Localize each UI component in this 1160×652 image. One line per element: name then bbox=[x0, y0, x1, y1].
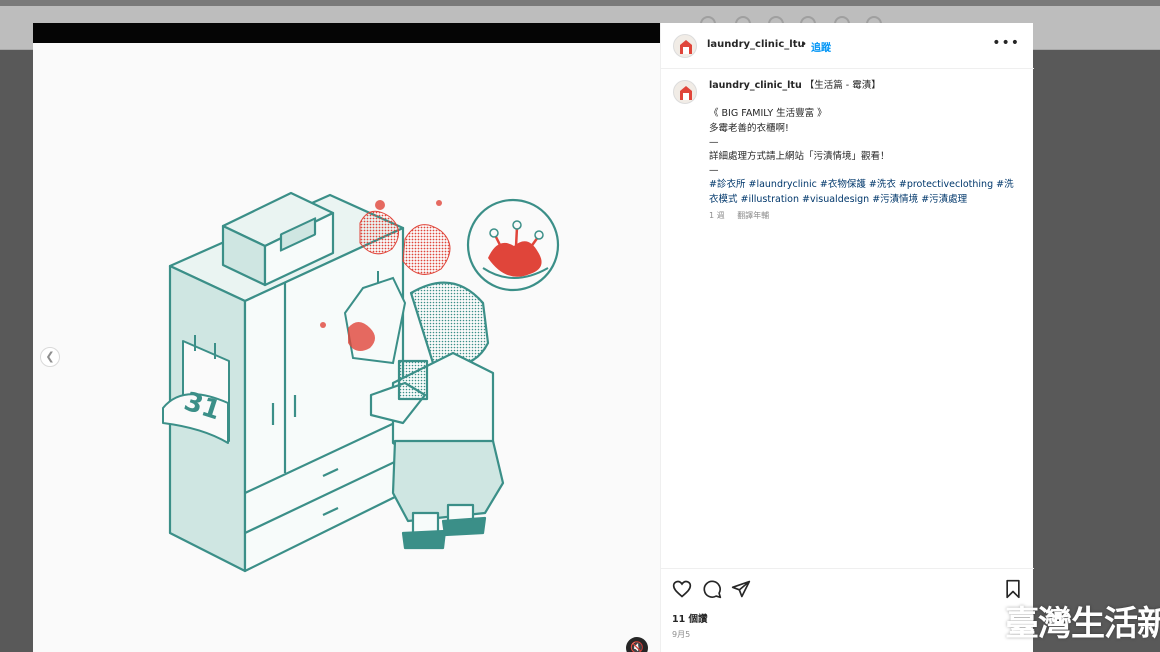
author-avatar[interactable] bbox=[673, 34, 697, 58]
caption-line: 多霉老善的衣櫃啊! bbox=[709, 122, 789, 134]
browser-tab-strip bbox=[0, 0, 1160, 6]
caption-hashtags[interactable]: #診衣所 #laundryclinic #衣物保護 #洗衣 #protectiv… bbox=[709, 178, 1021, 206]
send-icon[interactable] bbox=[731, 579, 751, 599]
more-options-button[interactable]: ••• bbox=[992, 35, 1020, 51]
post-actions: 11 個讚 9月5 bbox=[661, 568, 1034, 652]
caption-author-avatar[interactable] bbox=[673, 80, 697, 104]
caption-username[interactable]: laundry_clinic_ltu bbox=[709, 80, 802, 91]
mute-button[interactable]: 🔇 bbox=[626, 637, 648, 652]
post-date: 9月5 bbox=[672, 630, 691, 639]
follow-button[interactable]: 追蹤 bbox=[811, 39, 831, 54]
post-header: laundry_clinic_ltu • 追蹤 ••• bbox=[661, 23, 1034, 69]
media-top-bar bbox=[33, 23, 660, 43]
news-watermark: 臺灣生活新聞 bbox=[1005, 604, 1160, 644]
wardrobe-illustration: 31 bbox=[162, 191, 560, 573]
speaker-muted-icon: 🔇 bbox=[630, 641, 644, 652]
post-media[interactable]: 31 bbox=[33, 23, 660, 652]
post-caption: laundry_clinic_ltu 【生活篇 - 霉漬】 《 BIG FAMI… bbox=[709, 79, 1021, 223]
caption-meta: 1 週 翻譯年輔 bbox=[709, 209, 1021, 223]
likes-count[interactable]: 11 個讚 bbox=[672, 611, 708, 625]
heart-icon[interactable] bbox=[672, 579, 692, 599]
bookmark-icon[interactable] bbox=[1003, 579, 1023, 599]
author-username[interactable]: laundry_clinic_ltu bbox=[707, 39, 805, 50]
comment-icon[interactable] bbox=[702, 579, 722, 599]
caption-line: — bbox=[709, 136, 719, 148]
caption-title: 【生活篇 - 霉漬】 bbox=[804, 80, 881, 91]
post-side-panel: laundry_clinic_ltu • 追蹤 ••• laundry_clin… bbox=[660, 23, 1034, 652]
time-ago: 1 週 bbox=[709, 210, 725, 220]
caption-line: 《 BIG FAMILY 生活豐富 》 bbox=[709, 108, 827, 120]
caption-line: 詳細處理方式請上網站「污漬情境」觀看！ bbox=[709, 150, 890, 162]
previous-post-button[interactable]: ❮ bbox=[40, 347, 60, 367]
caption-line: — bbox=[709, 165, 719, 177]
see-translation-link[interactable]: 翻譯年輔 bbox=[737, 211, 769, 220]
chevron-left-icon: ❮ bbox=[45, 350, 55, 363]
header-separator: • bbox=[801, 39, 807, 50]
